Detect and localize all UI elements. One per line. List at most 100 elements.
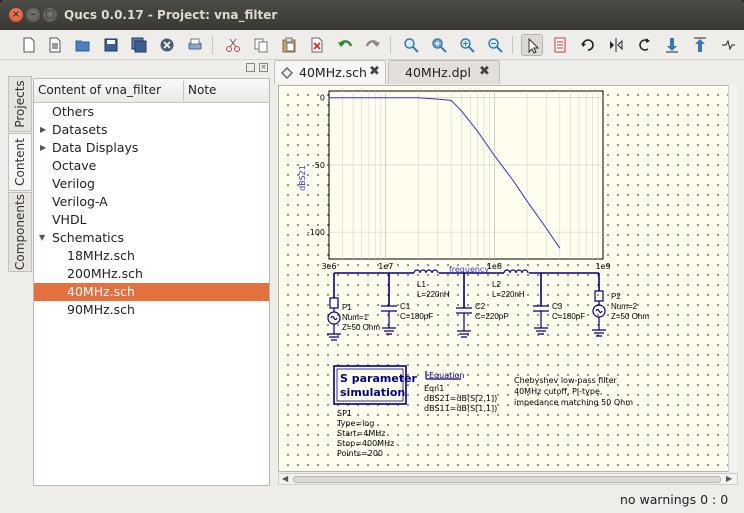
sim-type: Type=log: [336, 419, 374, 428]
rotate-button[interactable]: [577, 34, 599, 56]
p1-num: Num=1: [342, 313, 369, 322]
equation-block[interactable]: Equation Eqn1 dBS21=dB(S[2,1]) dBS11=dB(…: [424, 371, 497, 413]
zoom-fit-button[interactable]: [400, 34, 422, 56]
vertical-scrollbar[interactable]: [728, 85, 738, 472]
save-all-button[interactable]: [128, 34, 150, 56]
tree-item-octave[interactable]: Octave: [34, 157, 269, 175]
schematic-drawing[interactable]: 0-50-1003e61e71e81e9 dBS21 frequency: [279, 86, 729, 471]
capacitor-c2[interactable]: [456, 307, 472, 338]
title-bar: × – □ Qucs 0.0.17 - Project: vna_filter: [0, 0, 744, 30]
x-tick-label: 1e9: [595, 262, 610, 271]
maximize-window-button[interactable]: □: [43, 8, 57, 22]
go-up-hierarchy-button[interactable]: [689, 34, 711, 56]
mirror-button[interactable]: [605, 34, 627, 56]
rotate-ccw-button[interactable]: [633, 34, 655, 56]
p2-num: Num=2: [611, 302, 638, 311]
folder-open-icon: [75, 40, 90, 52]
close-window-button[interactable]: ×: [9, 8, 23, 22]
schematic-note[interactable]: Chebyshev low-pass filter 40MHz cutoff, …: [514, 376, 633, 407]
inductor-coil: [413, 269, 439, 274]
inductor-l2[interactable]: [503, 269, 529, 274]
tree-item-vhdl[interactable]: VHDL: [34, 211, 269, 229]
select-tool-button[interactable]: [521, 34, 543, 56]
tab-projects-label: Projects: [13, 80, 27, 128]
dock-close-button[interactable]: ×: [259, 63, 268, 72]
print-button[interactable]: [184, 34, 206, 56]
capacitor-c1[interactable]: [381, 305, 397, 335]
column-header-content[interactable]: Content of vna_filter: [38, 83, 161, 97]
inductor-l1[interactable]: [413, 269, 439, 274]
note-line2: 40MHz cutoff, PI-type,: [514, 387, 602, 396]
new-file-button[interactable]: [18, 34, 40, 56]
save-button[interactable]: [100, 34, 122, 56]
p1-z: Z=50 Ohm: [342, 323, 380, 332]
tree-item-verilog[interactable]: Verilog: [34, 175, 269, 193]
port-p2[interactable]: [592, 290, 606, 337]
paste-button[interactable]: [278, 34, 300, 56]
go-into-subcircuit-button[interactable]: [661, 34, 683, 56]
cut-button[interactable]: [222, 34, 244, 56]
capacitor-symbol: [381, 305, 397, 335]
tree-item-data-displays[interactable]: ▶ Data Displays: [34, 139, 269, 157]
tab-projects[interactable]: Projects: [8, 76, 32, 132]
tab-components[interactable]: Components: [8, 192, 32, 272]
tab-40mhz-sch[interactable]: 40MHz.sch ✖: [274, 60, 386, 84]
minimize-window-button[interactable]: –: [26, 8, 40, 22]
schematic-canvas[interactable]: 0 -50 -100 3e6 1e7 1e8 1e9 dBS21 frequency: [278, 85, 738, 472]
save-all-icon: [131, 37, 147, 53]
column-header-note[interactable]: Note: [188, 83, 216, 97]
diagram-ylabel: dBS21: [298, 165, 307, 191]
tab-close-icon[interactable]: ✖: [369, 64, 380, 79]
scissors-icon: [226, 38, 240, 52]
content-tree[interactable]: Content of vna_filter Note Others ▶ Datas…: [33, 78, 270, 486]
tree-header: Content of vna_filter Note: [34, 79, 269, 103]
x-tick-label: 3e6: [321, 262, 336, 271]
maximize-icon: □: [45, 9, 55, 20]
port-p1[interactable]: [327, 297, 341, 341]
tree-item-90mhz-sch[interactable]: 90MHz.sch: [34, 301, 269, 319]
sim-params: SP1 Type=log Start=4MHz Stop=400MHz Poin…: [336, 409, 394, 458]
tree-item-18mhz-sch[interactable]: 18MHz.sch: [34, 247, 269, 265]
zoom-selection-button[interactable]: [428, 34, 450, 56]
open-button[interactable]: [72, 34, 94, 56]
arrow-down-icon: [666, 38, 678, 53]
tab-close-icon[interactable]: ✖: [479, 64, 490, 79]
column-divider[interactable]: [183, 81, 184, 101]
expand-arrow-icon[interactable]: ▶: [40, 139, 46, 157]
scroll-left-icon[interactable]: ◀: [282, 474, 288, 483]
zoom-out-button[interactable]: [484, 34, 506, 56]
tree-item-schematics[interactable]: ▼ Schematics: [34, 229, 269, 247]
tree-item-others[interactable]: Others: [34, 103, 269, 121]
sim-stop: Stop=400MHz: [337, 439, 394, 448]
expand-arrow-icon[interactable]: ▶: [40, 121, 46, 139]
scroll-right-icon[interactable]: ▶: [726, 474, 732, 483]
tree-item-datasets[interactable]: ▶ Datasets: [34, 121, 269, 139]
undo-button[interactable]: [334, 34, 356, 56]
port-wave: [330, 315, 338, 321]
redo-button[interactable]: [362, 34, 384, 56]
tree-item-verilog-a[interactable]: Verilog-A: [34, 193, 269, 211]
collapse-arrow-icon[interactable]: ▼: [39, 229, 45, 247]
tab-content[interactable]: Content: [8, 133, 32, 191]
horizontal-scrollbar[interactable]: ◀ ▶: [278, 473, 738, 485]
tab-40mhz-dpl[interactable]: 40MHz.dpl ✖: [388, 60, 500, 84]
sim-start: Start=4MHz: [337, 429, 385, 438]
close-document-button[interactable]: [156, 34, 178, 56]
tree-item-40mhz-sch[interactable]: 40MHz.sch: [34, 283, 269, 301]
sparameter-simulation-block[interactable]: S parameter simulation SP1 Type=log Star…: [333, 365, 418, 458]
rect-diagram[interactable]: 0-50-1003e6 1e7 1e8 1e9 dBS21 frequency: [298, 90, 611, 274]
sim-points: Points=200: [337, 449, 383, 458]
dock-float-button[interactable]: [246, 63, 255, 72]
horizontal-scroll-thumb[interactable]: [293, 476, 721, 483]
delete-button[interactable]: [306, 34, 328, 56]
equation-dbs21: dBS21=dB(S[2,1]): [424, 394, 497, 403]
zoom-in-button[interactable]: [456, 34, 478, 56]
tree-item-200mhz-sch[interactable]: 200MHz.sch: [34, 265, 269, 283]
text-file-icon: [49, 37, 61, 53]
capacitor-c3[interactable]: [533, 305, 549, 335]
copy-button[interactable]: [250, 34, 272, 56]
more-tools-button[interactable]: [717, 34, 739, 56]
c2-value: C=220pF: [475, 312, 508, 321]
new-text-button[interactable]: [44, 34, 66, 56]
edit-properties-button[interactable]: [549, 34, 571, 56]
